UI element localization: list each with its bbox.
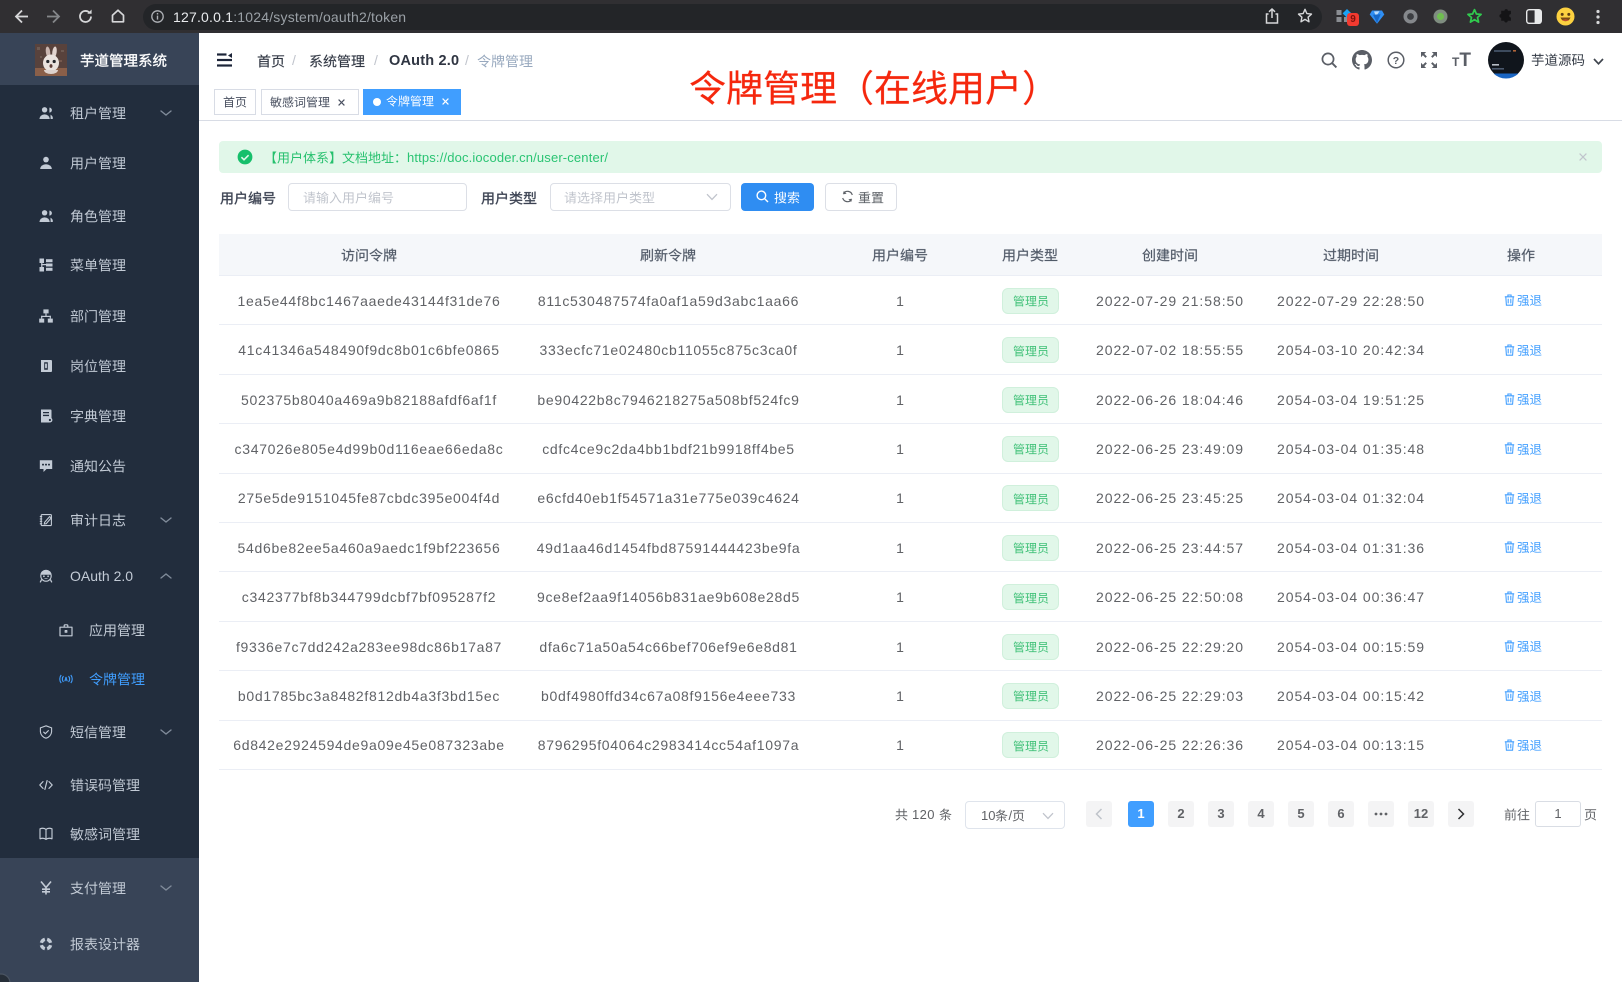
svg-text:?: ?	[1393, 55, 1399, 67]
